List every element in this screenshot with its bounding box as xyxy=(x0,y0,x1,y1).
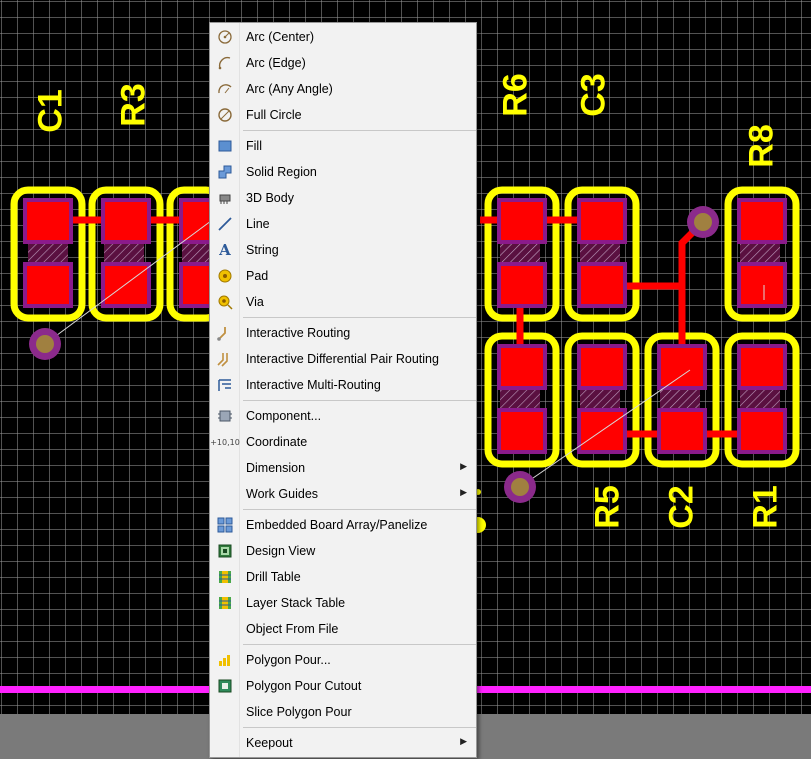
menu-separator xyxy=(243,317,476,318)
designator-r8: R8 xyxy=(742,124,781,168)
menu-item-layer-stack-table[interactable]: Layer Stack Table xyxy=(211,590,477,616)
menu-item-full-circle[interactable]: Full Circle xyxy=(211,102,477,128)
menu-item-diff-pair-routing[interactable]: Interactive Differential Pair Routing xyxy=(211,346,477,372)
arc-center-icon xyxy=(216,28,234,46)
menu-item-3d-body[interactable]: 3D Body xyxy=(211,185,477,211)
layer-stack-table-icon xyxy=(216,594,234,612)
polygon-pour-icon xyxy=(216,651,234,669)
menu-item-keepout[interactable]: Keepout ▶ xyxy=(211,730,477,756)
menu-item-work-guides[interactable]: Work Guides ▶ xyxy=(211,481,477,507)
full-circle-icon xyxy=(216,106,234,124)
designator-r3: R3 xyxy=(114,83,153,127)
diff-pair-routing-icon xyxy=(216,350,234,368)
drill-table-icon xyxy=(216,568,234,586)
menu-separator xyxy=(243,400,476,401)
designator-c2: C2 xyxy=(662,485,701,529)
menu-item-multi-routing[interactable]: Interactive Multi-Routing xyxy=(211,372,477,398)
menu-separator xyxy=(243,644,476,645)
menu-item-arc-any-angle[interactable]: Arc (Any Angle) xyxy=(211,76,477,102)
string-icon: A xyxy=(219,241,231,259)
menu-item-interactive-routing[interactable]: Interactive Routing xyxy=(211,320,477,346)
menu-item-object-from-file[interactable]: Object From File xyxy=(211,616,477,642)
design-view-icon xyxy=(216,542,234,560)
menu-separator xyxy=(243,130,476,131)
arc-edge-icon xyxy=(216,54,234,72)
fill-icon xyxy=(216,137,234,155)
submenu-arrow-icon: ▶ xyxy=(460,487,467,497)
board-array-icon xyxy=(216,516,234,534)
menu-item-fill[interactable]: Fill xyxy=(211,133,477,159)
designator-c3: C3 xyxy=(574,73,613,117)
line-icon xyxy=(216,215,234,233)
menu-item-polygon-pour-cutout[interactable]: Polygon Pour Cutout xyxy=(211,673,477,699)
interactive-routing-icon xyxy=(216,324,234,342)
designator-r5: R5 xyxy=(588,485,627,529)
multi-routing-icon xyxy=(216,376,234,394)
menu-item-slice-polygon-pour[interactable]: Slice Polygon Pour xyxy=(211,699,477,725)
3d-body-icon xyxy=(216,189,234,207)
solid-region-icon xyxy=(216,163,234,181)
pad-icon xyxy=(216,267,234,285)
menu-separator xyxy=(243,727,476,728)
menu-item-component[interactable]: Component... xyxy=(211,403,477,429)
menu-item-drill-table[interactable]: Drill Table xyxy=(211,564,477,590)
polygon-pour-cutout-icon xyxy=(216,677,234,695)
menu-item-polygon-pour[interactable]: Polygon Pour... xyxy=(211,647,477,673)
menu-item-string[interactable]: A String xyxy=(211,237,477,263)
menu-item-via[interactable]: Via xyxy=(211,289,477,315)
via-icon xyxy=(216,293,234,311)
submenu-arrow-icon: ▶ xyxy=(460,461,467,471)
place-context-menu: Arc (Center) Arc (Edge) Arc (Any Angle) … xyxy=(209,22,477,758)
component-icon xyxy=(216,407,234,425)
menu-separator xyxy=(243,509,476,510)
menu-item-board-array[interactable]: Embedded Board Array/Panelize xyxy=(211,512,477,538)
arc-any-angle-icon xyxy=(216,80,234,98)
coordinate-icon: +10,10 xyxy=(210,437,240,447)
designator-r1: R1 xyxy=(746,485,785,529)
submenu-arrow-icon: ▶ xyxy=(460,736,467,746)
menu-item-coordinate[interactable]: +10,10 Coordinate xyxy=(210,429,477,455)
designator-c1: C1 xyxy=(31,89,70,133)
menu-item-arc-center[interactable]: Arc (Center) xyxy=(211,24,477,50)
menu-item-pad[interactable]: Pad xyxy=(211,263,477,289)
menu-item-design-view[interactable]: Design View xyxy=(211,538,477,564)
menu-item-dimension[interactable]: Dimension ▶ xyxy=(211,455,477,481)
menu-item-solid-region[interactable]: Solid Region xyxy=(211,159,477,185)
menu-item-arc-edge[interactable]: Arc (Edge) xyxy=(211,50,477,76)
menu-item-line[interactable]: Line xyxy=(211,211,477,237)
designator-r6: R6 xyxy=(496,73,535,117)
